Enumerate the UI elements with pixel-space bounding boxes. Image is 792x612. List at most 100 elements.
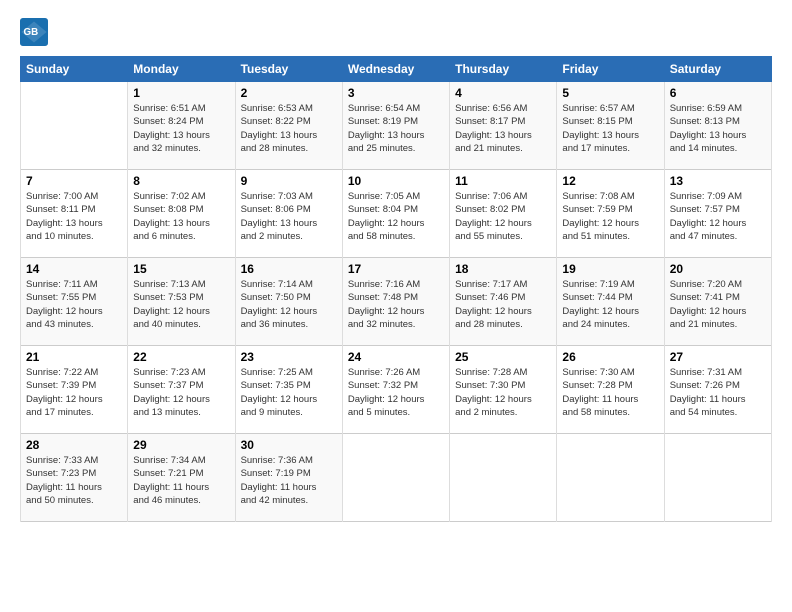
calendar-cell: 6 Sunrise: 6:59 AM Sunset: 8:13 PM Daylig… xyxy=(664,82,771,170)
day-detail: Sunrise: 7:30 AM Sunset: 7:28 PM Dayligh… xyxy=(562,366,658,419)
calendar-cell: 17 Sunrise: 7:16 AM Sunset: 7:48 PM Dayli… xyxy=(342,258,449,346)
weekday-header-monday: Monday xyxy=(128,57,235,82)
day-detail: Sunrise: 7:05 AM Sunset: 8:04 PM Dayligh… xyxy=(348,190,444,243)
day-detail: Sunrise: 7:00 AM Sunset: 8:11 PM Dayligh… xyxy=(26,190,122,243)
weekday-header-saturday: Saturday xyxy=(664,57,771,82)
day-number: 26 xyxy=(562,350,658,364)
day-number: 3 xyxy=(348,86,444,100)
day-detail: Sunrise: 7:14 AM Sunset: 7:50 PM Dayligh… xyxy=(241,278,337,331)
day-detail: Sunrise: 7:13 AM Sunset: 7:53 PM Dayligh… xyxy=(133,278,229,331)
day-number: 14 xyxy=(26,262,122,276)
calendar-cell: 22 Sunrise: 7:23 AM Sunset: 7:37 PM Dayli… xyxy=(128,346,235,434)
day-detail: Sunrise: 7:08 AM Sunset: 7:59 PM Dayligh… xyxy=(562,190,658,243)
calendar-cell: 1Sunrise: 6:51 AM Sunset: 8:24 PM Daylig… xyxy=(128,82,235,170)
day-detail: Sunrise: 7:36 AM Sunset: 7:19 PM Dayligh… xyxy=(241,454,337,507)
calendar-cell: 15 Sunrise: 7:13 AM Sunset: 7:53 PM Dayli… xyxy=(128,258,235,346)
day-number: 22 xyxy=(133,350,229,364)
calendar-cell: 12 Sunrise: 7:08 AM Sunset: 7:59 PM Dayli… xyxy=(557,170,664,258)
calendar-cell: 24 Sunrise: 7:26 AM Sunset: 7:32 PM Dayli… xyxy=(342,346,449,434)
day-detail: Sunrise: 7:09 AM Sunset: 7:57 PM Dayligh… xyxy=(670,190,766,243)
logo-icon: GB xyxy=(20,18,48,46)
day-number: 4 xyxy=(455,86,551,100)
day-detail: Sunrise: 6:59 AM Sunset: 8:13 PM Dayligh… xyxy=(670,102,766,155)
weekday-header-wednesday: Wednesday xyxy=(342,57,449,82)
day-number: 23 xyxy=(241,350,337,364)
day-number: 16 xyxy=(241,262,337,276)
calendar-cell: 29 Sunrise: 7:34 AM Sunset: 7:21 PM Dayli… xyxy=(128,434,235,522)
calendar-cell: 21 Sunrise: 7:22 AM Sunset: 7:39 PM Dayli… xyxy=(21,346,128,434)
day-detail: Sunrise: 7:20 AM Sunset: 7:41 PM Dayligh… xyxy=(670,278,766,331)
weekday-header-thursday: Thursday xyxy=(450,57,557,82)
calendar-cell: 3 Sunrise: 6:54 AM Sunset: 8:19 PM Daylig… xyxy=(342,82,449,170)
day-detail: Sunrise: 7:06 AM Sunset: 8:02 PM Dayligh… xyxy=(455,190,551,243)
day-number: 5 xyxy=(562,86,658,100)
calendar-cell: 11 Sunrise: 7:06 AM Sunset: 8:02 PM Dayli… xyxy=(450,170,557,258)
day-detail: Sunrise: 6:56 AM Sunset: 8:17 PM Dayligh… xyxy=(455,102,551,155)
day-number: 11 xyxy=(455,174,551,188)
calendar-cell: 20Sunrise: 7:20 AM Sunset: 7:41 PM Dayli… xyxy=(664,258,771,346)
day-detail: Sunrise: 7:31 AM Sunset: 7:26 PM Dayligh… xyxy=(670,366,766,419)
day-number: 28 xyxy=(26,438,122,452)
day-detail: Sunrise: 7:17 AM Sunset: 7:46 PM Dayligh… xyxy=(455,278,551,331)
week-row-2: 7 Sunrise: 7:00 AM Sunset: 8:11 PM Daylig… xyxy=(21,170,772,258)
calendar-table: SundayMondayTuesdayWednesdayThursdayFrid… xyxy=(20,56,772,522)
day-detail: Sunrise: 7:02 AM Sunset: 8:08 PM Dayligh… xyxy=(133,190,229,243)
day-number: 30 xyxy=(241,438,337,452)
day-detail: Sunrise: 7:26 AM Sunset: 7:32 PM Dayligh… xyxy=(348,366,444,419)
day-number: 7 xyxy=(26,174,122,188)
day-number: 17 xyxy=(348,262,444,276)
day-number: 12 xyxy=(562,174,658,188)
day-number: 21 xyxy=(26,350,122,364)
calendar-cell: 18 Sunrise: 7:17 AM Sunset: 7:46 PM Dayli… xyxy=(450,258,557,346)
weekday-header-row: SundayMondayTuesdayWednesdayThursdayFrid… xyxy=(21,57,772,82)
day-number: 8 xyxy=(133,174,229,188)
calendar-cell: 28Sunrise: 7:33 AM Sunset: 7:23 PM Dayli… xyxy=(21,434,128,522)
day-number: 19 xyxy=(562,262,658,276)
day-number: 27 xyxy=(670,350,766,364)
day-detail: Sunrise: 7:25 AM Sunset: 7:35 PM Dayligh… xyxy=(241,366,337,419)
calendar-cell: 10Sunrise: 7:05 AM Sunset: 8:04 PM Dayli… xyxy=(342,170,449,258)
calendar-cell: 8 Sunrise: 7:02 AM Sunset: 8:08 PM Daylig… xyxy=(128,170,235,258)
week-row-3: 14 Sunrise: 7:11 AM Sunset: 7:55 PM Dayli… xyxy=(21,258,772,346)
day-number: 15 xyxy=(133,262,229,276)
day-number: 29 xyxy=(133,438,229,452)
day-detail: Sunrise: 7:23 AM Sunset: 7:37 PM Dayligh… xyxy=(133,366,229,419)
day-detail: Sunrise: 7:22 AM Sunset: 7:39 PM Dayligh… xyxy=(26,366,122,419)
calendar-cell xyxy=(342,434,449,522)
day-detail: Sunrise: 7:16 AM Sunset: 7:48 PM Dayligh… xyxy=(348,278,444,331)
day-detail: Sunrise: 6:51 AM Sunset: 8:24 PM Dayligh… xyxy=(133,102,229,155)
day-detail: Sunrise: 7:19 AM Sunset: 7:44 PM Dayligh… xyxy=(562,278,658,331)
calendar-cell xyxy=(450,434,557,522)
calendar-cell: 4 Sunrise: 6:56 AM Sunset: 8:17 PM Daylig… xyxy=(450,82,557,170)
week-row-1: 1Sunrise: 6:51 AM Sunset: 8:24 PM Daylig… xyxy=(21,82,772,170)
day-number: 2 xyxy=(241,86,337,100)
calendar-cell: 27 Sunrise: 7:31 AM Sunset: 7:26 PM Dayli… xyxy=(664,346,771,434)
calendar-cell: 25Sunrise: 7:28 AM Sunset: 7:30 PM Dayli… xyxy=(450,346,557,434)
calendar-cell xyxy=(21,82,128,170)
day-detail: Sunrise: 6:54 AM Sunset: 8:19 PM Dayligh… xyxy=(348,102,444,155)
day-number: 18 xyxy=(455,262,551,276)
calendar-cell: 14 Sunrise: 7:11 AM Sunset: 7:55 PM Dayli… xyxy=(21,258,128,346)
day-detail: Sunrise: 6:57 AM Sunset: 8:15 PM Dayligh… xyxy=(562,102,658,155)
calendar-cell: 9 Sunrise: 7:03 AM Sunset: 8:06 PM Daylig… xyxy=(235,170,342,258)
calendar-cell: 16 Sunrise: 7:14 AM Sunset: 7:50 PM Dayli… xyxy=(235,258,342,346)
calendar-cell: 5 Sunrise: 6:57 AM Sunset: 8:15 PM Daylig… xyxy=(557,82,664,170)
weekday-header-friday: Friday xyxy=(557,57,664,82)
calendar-cell: 30 Sunrise: 7:36 AM Sunset: 7:19 PM Dayli… xyxy=(235,434,342,522)
day-number: 9 xyxy=(241,174,337,188)
calendar-cell: 7 Sunrise: 7:00 AM Sunset: 8:11 PM Daylig… xyxy=(21,170,128,258)
day-number: 13 xyxy=(670,174,766,188)
day-detail: Sunrise: 7:11 AM Sunset: 7:55 PM Dayligh… xyxy=(26,278,122,331)
day-number: 6 xyxy=(670,86,766,100)
calendar-cell: 13 Sunrise: 7:09 AM Sunset: 7:57 PM Dayli… xyxy=(664,170,771,258)
calendar-cell xyxy=(664,434,771,522)
weekday-header-tuesday: Tuesday xyxy=(235,57,342,82)
calendar-cell xyxy=(557,434,664,522)
day-detail: Sunrise: 7:34 AM Sunset: 7:21 PM Dayligh… xyxy=(133,454,229,507)
calendar-cell: 23 Sunrise: 7:25 AM Sunset: 7:35 PM Dayli… xyxy=(235,346,342,434)
calendar-cell: 2 Sunrise: 6:53 AM Sunset: 8:22 PM Daylig… xyxy=(235,82,342,170)
day-number: 24 xyxy=(348,350,444,364)
day-detail: Sunrise: 6:53 AM Sunset: 8:22 PM Dayligh… xyxy=(241,102,337,155)
header: GB xyxy=(20,18,772,46)
day-detail: Sunrise: 7:03 AM Sunset: 8:06 PM Dayligh… xyxy=(241,190,337,243)
